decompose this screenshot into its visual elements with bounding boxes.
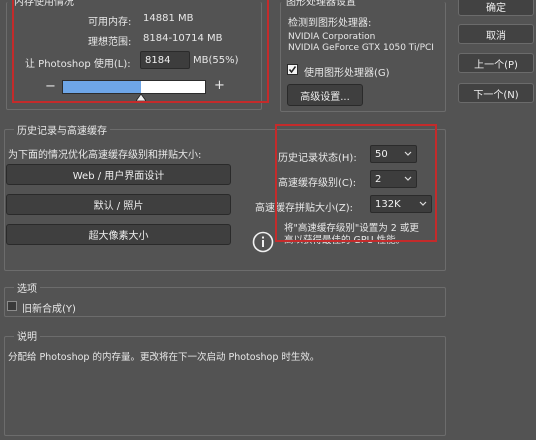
gpu-vendor: NVIDIA Corporation	[288, 32, 376, 42]
gpu-detected-label: 检测到图形处理器:	[288, 18, 372, 29]
optimize-cache-label: 为下面的情况优化高速缓存级别和拼贴大小:	[8, 150, 202, 161]
cancel-button[interactable]: 取消	[458, 24, 534, 44]
cache-highlight-box	[275, 124, 437, 242]
legacy-compositing-checkbox[interactable]	[7, 301, 17, 311]
preset-huge-pixel-button[interactable]: 超大像素大小	[6, 224, 231, 245]
ok-button[interactable]: 确定	[458, 0, 534, 16]
description-text: 分配给 Photoshop 的内存量。更改将在下一次启动 Photoshop 时…	[8, 352, 320, 363]
description-section-title: 说明	[14, 328, 40, 343]
previous-button[interactable]: 上一个(P)	[458, 53, 534, 73]
gpu-section-title: 图形处理器设置	[286, 0, 356, 8]
gpu-model: NVIDIA GeForce GTX 1050 Ti/PCI	[288, 43, 434, 53]
use-gpu-checkbox[interactable]	[287, 64, 298, 75]
use-gpu-label[interactable]: 使用图形处理器(G)	[304, 64, 390, 79]
next-button[interactable]: 下一个(N)	[458, 83, 534, 103]
advanced-settings-button[interactable]: 高级设置...	[287, 84, 363, 106]
options-section-title: 选项	[14, 280, 40, 295]
preset-default-photo-button[interactable]: 默认 / 照片	[6, 194, 231, 215]
memory-highlight-box	[12, 0, 269, 103]
info-icon	[252, 231, 274, 253]
legacy-compositing-label[interactable]: 旧新合成(Y)	[22, 300, 76, 315]
preset-web-ui-button[interactable]: Web / 用户界面设计	[6, 164, 231, 185]
history-section-title: 历史记录与高速缓存	[14, 122, 110, 137]
checkmark-icon	[288, 66, 297, 74]
